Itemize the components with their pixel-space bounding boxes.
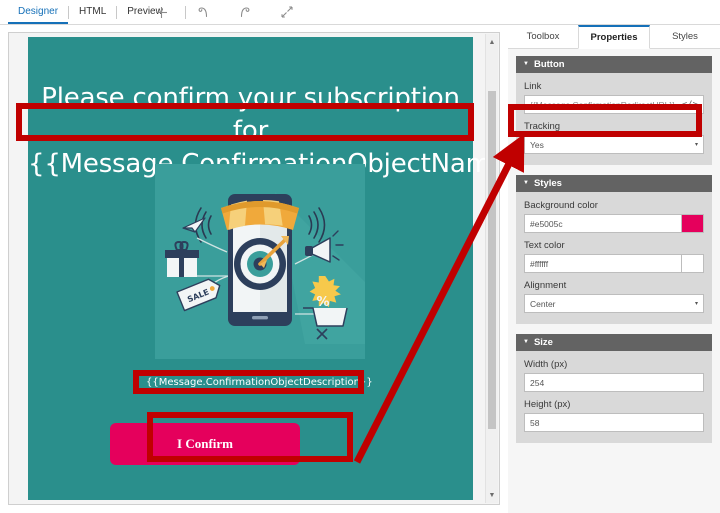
background-color-value: #e5005c bbox=[530, 218, 563, 229]
link-label: Link bbox=[524, 81, 542, 92]
text-color-label: Text color bbox=[524, 240, 565, 251]
canvas-scrollbar[interactable]: ▲ ▼ bbox=[485, 34, 498, 503]
alignment-value: Center bbox=[530, 298, 556, 309]
email-description[interactable]: {{Message.ConfirmationObjectDescription}… bbox=[146, 377, 373, 388]
width-input[interactable]: 254 bbox=[524, 373, 704, 392]
panel-tabs: Toolbox Properties Styles bbox=[508, 25, 720, 49]
chevron-down-icon: ▼ bbox=[523, 338, 529, 345]
section-styles: ▼ Styles Background color #e5005c Text c… bbox=[516, 175, 712, 324]
tracking-value: Yes bbox=[530, 139, 544, 150]
link-input[interactable]: {{Message.ConfirmationRedirectURL}} </> bbox=[524, 95, 704, 114]
chevron-down-icon: ▾ bbox=[694, 301, 698, 307]
width-value: 254 bbox=[530, 377, 545, 388]
height-value: 58 bbox=[530, 417, 540, 428]
undo-icon[interactable] bbox=[182, 0, 224, 24]
section-button-title: Button bbox=[533, 59, 565, 70]
background-color-swatch[interactable] bbox=[681, 214, 704, 233]
tab-html[interactable]: HTML bbox=[69, 0, 116, 24]
text-color-row: #ffffff bbox=[524, 254, 704, 273]
section-size-title: Size bbox=[533, 337, 553, 348]
email-canvas-panel: Please confirm your subscription for {{M… bbox=[8, 32, 500, 505]
background-color-row: #e5005c bbox=[524, 214, 704, 233]
panel-body: ▼ Button Link {{Message.ConfirmationRedi… bbox=[508, 49, 720, 513]
collapse-icon[interactable] bbox=[266, 0, 308, 24]
height-label: Height (px) bbox=[524, 399, 571, 410]
alignment-select[interactable]: Center ▾ bbox=[524, 294, 704, 313]
redo-icon[interactable] bbox=[224, 0, 266, 24]
section-size-body: Width (px) 254 Height (px) 58 bbox=[516, 351, 712, 443]
text-color-value: #ffffff bbox=[530, 258, 549, 269]
tab-toolbox[interactable]: Toolbox bbox=[508, 25, 578, 49]
section-styles-title: Styles bbox=[533, 178, 562, 189]
toolbar-icon-group bbox=[140, 0, 308, 24]
right-panel: Toolbox Properties Styles ▼ Button Link … bbox=[508, 25, 720, 513]
chevron-down-icon: ▼ bbox=[523, 179, 529, 186]
scroll-down-icon[interactable]: ▼ bbox=[486, 488, 498, 502]
tab-styles[interactable]: Styles bbox=[650, 25, 720, 49]
top-toolbar: Designer HTML Preview bbox=[0, 0, 720, 25]
section-styles-header[interactable]: ▼ Styles bbox=[516, 175, 712, 192]
section-button-header[interactable]: ▼ Button bbox=[516, 56, 712, 73]
email-body: Please confirm your subscription for {{M… bbox=[28, 37, 487, 500]
width-label: Width (px) bbox=[524, 359, 568, 370]
tab-designer[interactable]: Designer bbox=[8, 0, 69, 24]
svg-text:%: % bbox=[316, 295, 329, 310]
section-size-header[interactable]: ▼ Size bbox=[516, 334, 712, 351]
background-color-label: Background color bbox=[524, 200, 598, 211]
link-input-value: {{Message.ConfirmationRedirectURL}} bbox=[530, 99, 676, 110]
confirm-button[interactable]: I Confirm bbox=[110, 423, 300, 465]
tab-properties[interactable]: Properties bbox=[578, 25, 650, 49]
section-button-body: Link {{Message.ConfirmationRedirectURL}}… bbox=[516, 73, 712, 165]
code-icon[interactable]: </> bbox=[682, 100, 698, 110]
scroll-up-icon[interactable]: ▲ bbox=[486, 35, 498, 49]
section-button: ▼ Button Link {{Message.ConfirmationRedi… bbox=[516, 56, 712, 165]
tracking-select[interactable]: Yes ▾ bbox=[524, 135, 704, 154]
scrollbar-thumb[interactable] bbox=[488, 91, 496, 429]
height-input[interactable]: 58 bbox=[524, 413, 704, 432]
app-root: Designer HTML Preview Please confirm you… bbox=[0, 0, 720, 513]
email-canvas[interactable]: Please confirm your subscription for {{M… bbox=[13, 37, 487, 500]
chevron-down-icon: ▼ bbox=[523, 60, 529, 67]
text-color-input[interactable]: #ffffff bbox=[524, 254, 681, 273]
section-styles-body: Background color #e5005c Text color #fff… bbox=[516, 192, 712, 324]
section-size: ▼ Size Width (px) 254 Height (px) 58 bbox=[516, 334, 712, 443]
chevron-down-icon: ▾ bbox=[694, 142, 698, 148]
background-color-input[interactable]: #e5005c bbox=[524, 214, 681, 233]
hero-illustration[interactable]: SALE % bbox=[155, 164, 365, 359]
alignment-label: Alignment bbox=[524, 280, 567, 291]
text-color-swatch[interactable] bbox=[681, 254, 704, 273]
plus-icon[interactable] bbox=[140, 0, 182, 24]
tracking-label: Tracking bbox=[524, 121, 561, 132]
headline-line-1: Please confirm your subscription for bbox=[41, 83, 460, 146]
